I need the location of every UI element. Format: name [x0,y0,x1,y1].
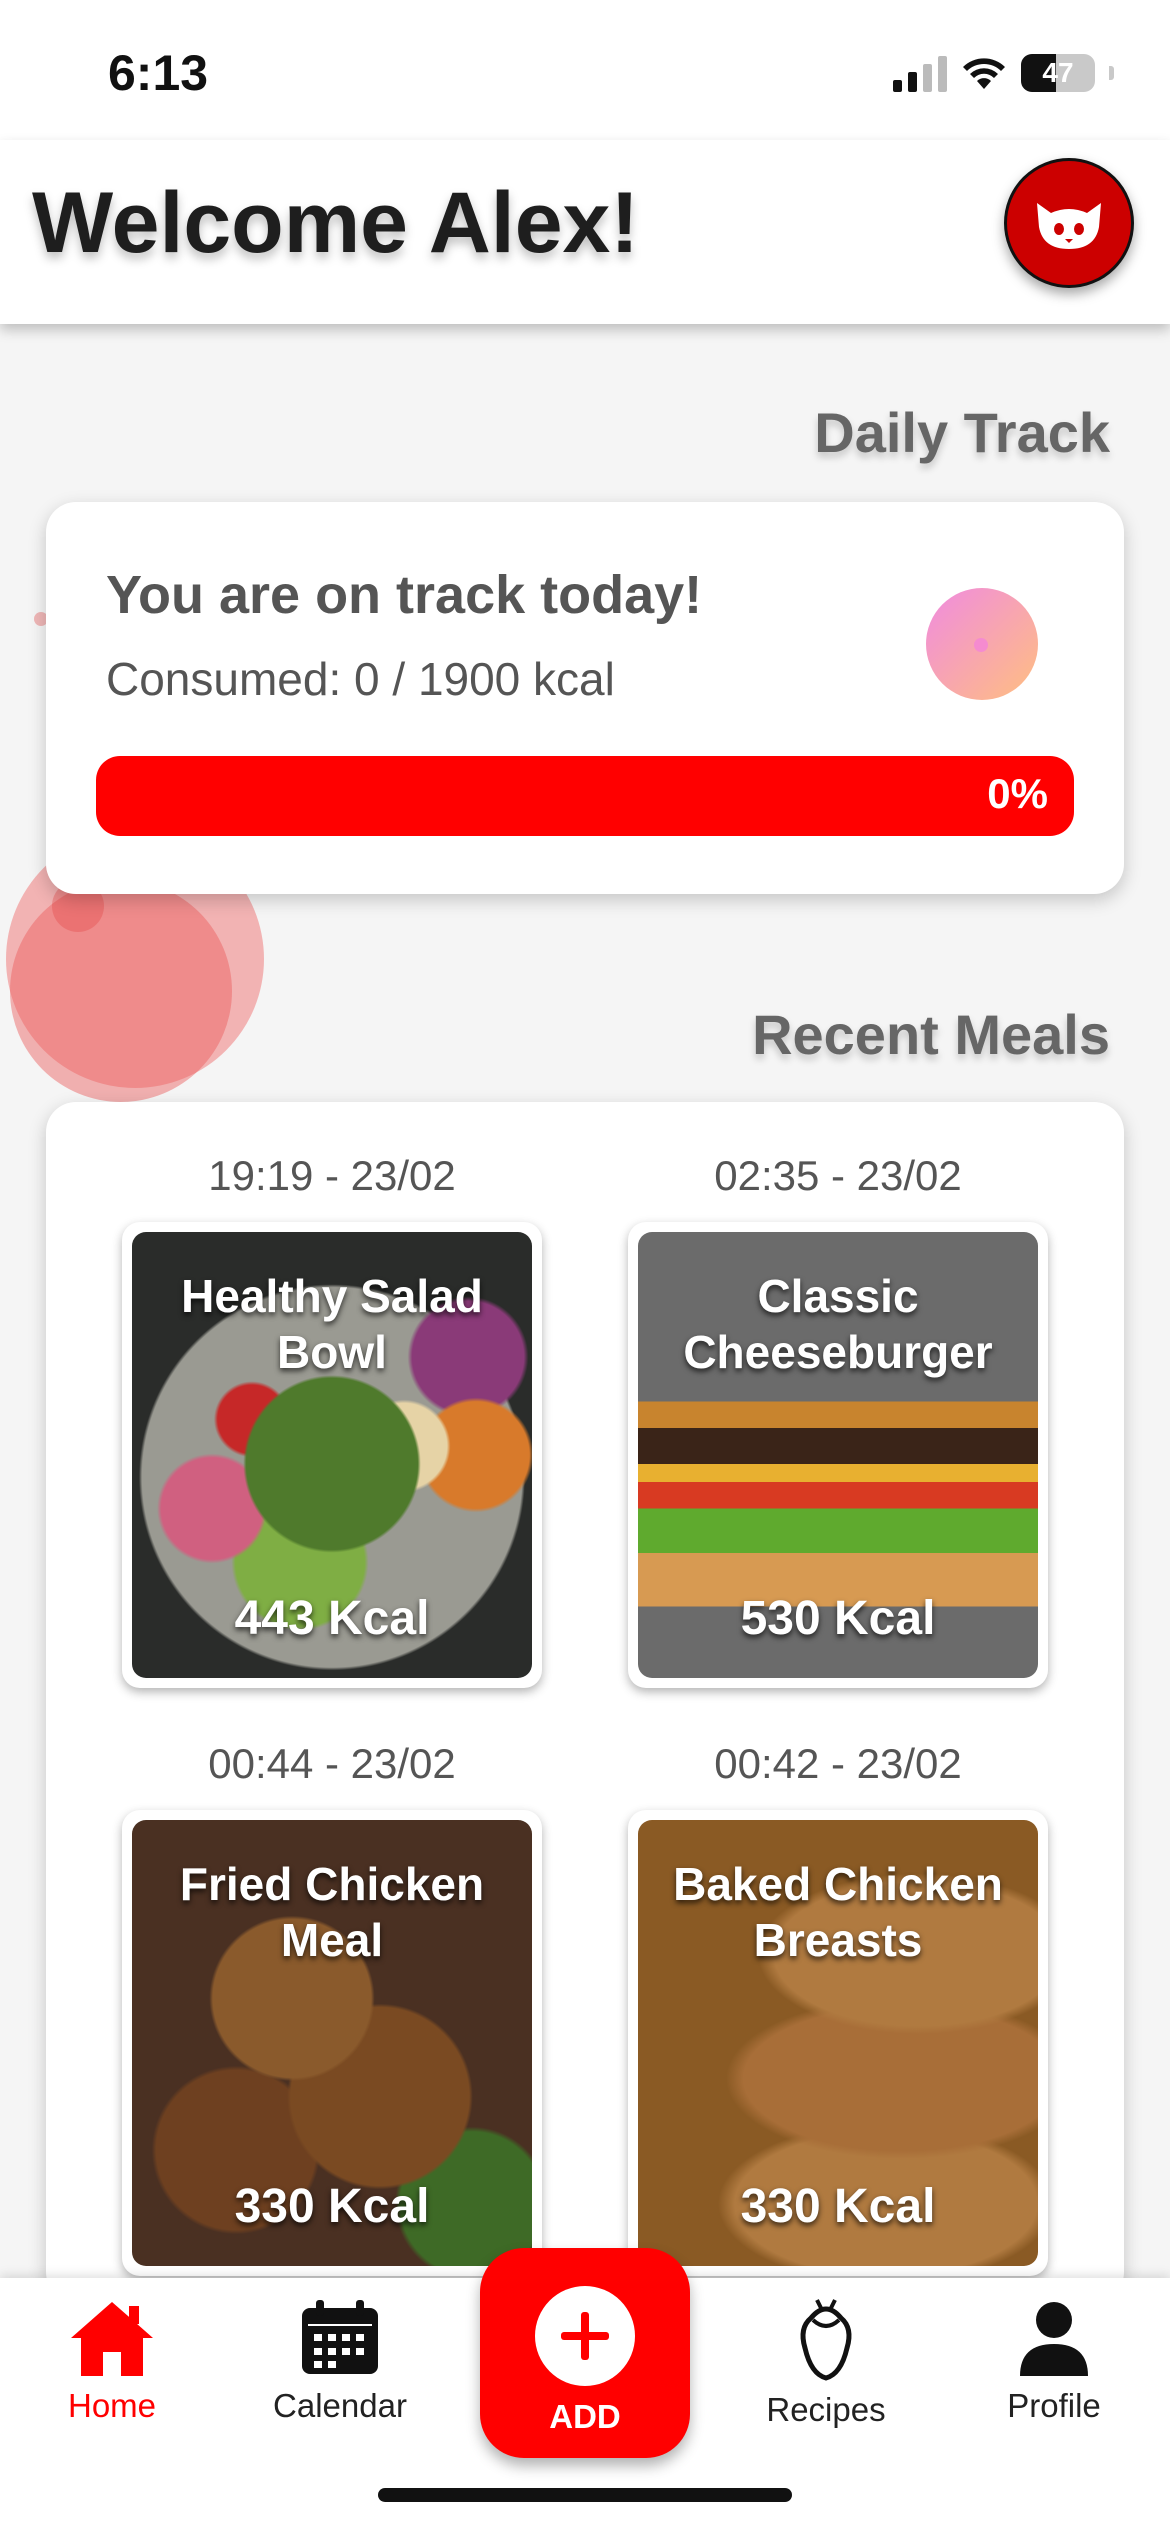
person-icon [1020,2302,1088,2376]
meal-kcal: 443 Kcal [234,1592,430,1645]
meal-card[interactable]: Baked Chicken Breasts 330 Kcal [628,1810,1048,2276]
home-icon [71,2302,153,2376]
wifi-icon [963,58,1005,89]
meal-photo-baked-chicken: Baked Chicken Breasts 330 Kcal [638,1820,1038,2266]
food-icon [800,2299,852,2381]
tab-label: Home [67,2387,157,2424]
status-bar: 6:13 47 [0,0,1170,140]
avatar[interactable] [1004,158,1134,288]
battery-level: 47 [1042,57,1074,88]
app-header: Welcome Alex! [0,140,1170,324]
add-label: ADD [549,2398,621,2435]
tab-recipes[interactable]: Recipes [726,2298,926,2429]
status-time: 6:13 [108,45,209,101]
battery-icon: 47 [1021,54,1095,92]
track-orb-icon [926,588,1038,700]
meal-name: Baked Chicken Breasts [673,1858,1003,1966]
home-indicator [378,2488,792,2502]
tab-label: Recipes [766,2391,886,2428]
meal-time: 00:44 - 23/02 [208,1740,456,1787]
progress-percent: 0% [987,770,1048,817]
meal-card[interactable]: Healthy Salad Bowl 443 Kcal [122,1222,542,1688]
add-meal-button[interactable]: ADD [480,2248,690,2458]
meal-photo-cheeseburger: Classic Cheeseburger 530 Kcal [638,1232,1038,1678]
track-status-heading: You are on track today! [106,565,703,625]
meal-photo-fried-chicken: Fried Chicken Meal 330 Kcal [132,1820,532,2266]
calendar-icon [302,2300,378,2374]
consumed-kcal: Consumed: 0 / 1900 kcal [106,653,615,705]
meal-photo-salad: Healthy Salad Bowl 443 Kcal [132,1232,532,1678]
daily-track-card: You are on track today! Consumed: 0 / 19… [46,502,1124,894]
calorie-progress-bar: 0% [96,756,1074,836]
tab-profile[interactable]: Profile [954,2298,1154,2425]
signal-icon [893,54,947,92]
meal-time: 02:35 - 23/02 [714,1152,962,1199]
meal-name: Classic Cheeseburger [683,1270,993,1378]
tab-label: Profile [1007,2387,1101,2424]
meal-kcal: 530 Kcal [740,1592,936,1645]
tab-calendar[interactable]: Calendar [240,2298,440,2425]
meal-name: Fried Chicken Meal [179,1858,485,1966]
recent-meals-card: 19:19 - 23/02 Healthy Salad Bowl 443 Kca… [46,1102,1124,2302]
tab-home[interactable]: Home [12,2298,212,2425]
daily-track-title: Daily Track [814,401,1110,464]
meal-card[interactable]: Fried Chicken Meal 330 Kcal [122,1810,542,2276]
tab-label: Calendar [273,2387,407,2424]
meal-time: 19:19 - 23/02 [208,1152,456,1199]
recent-meals-title: Recent Meals [752,1003,1110,1066]
page-title: Welcome Alex! [32,175,639,271]
meal-card[interactable]: Classic Cheeseburger 530 Kcal [628,1222,1048,1688]
status-icons: 47 [893,50,1114,96]
plus-icon [561,2312,609,2360]
meal-name: Healthy Salad Bowl [181,1270,483,1378]
meal-time: 00:42 - 23/02 [714,1740,962,1787]
decor-blob-medium [10,880,232,1102]
cat-icon [1037,203,1101,249]
meal-kcal: 330 Kcal [740,2180,936,2233]
meal-kcal: 330 Kcal [234,2180,430,2233]
